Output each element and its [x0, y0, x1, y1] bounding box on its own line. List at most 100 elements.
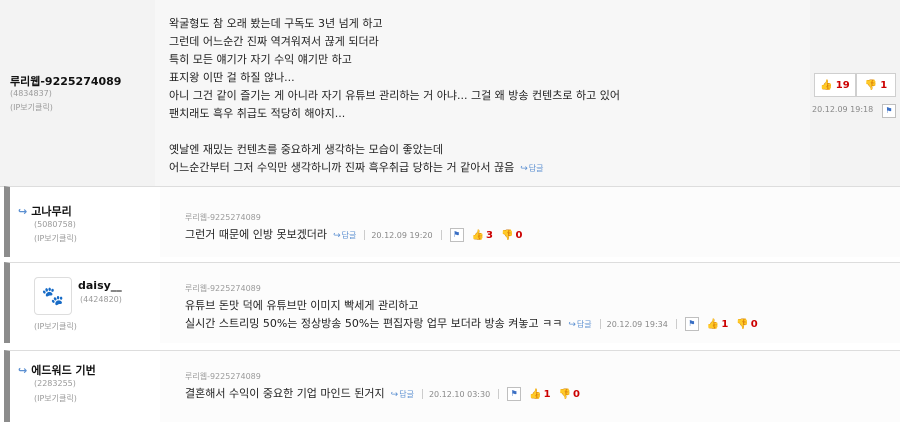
reply-text: 그런거 때문에 인방 못보겠더라	[185, 228, 328, 241]
comment-line-blank	[169, 123, 620, 141]
downvote-count: 0	[750, 319, 758, 330]
comment-line: 그런데 어느순간 진짜 역겨워져서 끊게 되더라	[169, 35, 379, 48]
reply-arrow-icon: ↪	[333, 231, 341, 241]
reply-date: 20.12.09 19:34	[606, 320, 668, 329]
report-icon[interactable]: ⚑	[449, 228, 464, 242]
comment-date: 20.12.09 19:18	[812, 105, 874, 114]
comment-line: 팬치래도 흑우 취급도 적당히 해야지...	[169, 107, 346, 120]
comment-line: 표지왕 이딴 걸 하질 않나...	[169, 71, 295, 84]
comment-line: 아니 그건 같이 즐기는 게 아니라 자기 유튜브 관리하는 거 아냐... 그…	[169, 89, 620, 102]
main-comment: 루리웹-9225274089 (4834837) (IP보기클릭) 왁굴형도 참…	[0, 0, 900, 187]
thumbs-down-icon: 👎	[558, 389, 572, 400]
author-nickname[interactable]: 고나무리	[31, 205, 71, 218]
reply-text: 실시간 스트리밍 50%는 정상방송 50%는 편집자랑 업무 보더라 방송 켜…	[185, 317, 563, 330]
thumbs-down-icon: 👎	[864, 79, 878, 91]
downvote-button[interactable]: 👎 1	[856, 73, 896, 97]
upvote-button[interactable]: 👍 19	[814, 73, 856, 97]
reply-nickname-row: ↪ 에드워드 기번	[18, 362, 96, 378]
upvote-count: 1	[721, 319, 729, 330]
reply-date: 20.12.09 19:20	[371, 231, 433, 240]
thumbs-up-icon: 👍	[706, 319, 720, 330]
downvote-button[interactable]: 👎 0	[559, 386, 580, 404]
reply-content: 루리웹-9225274089 그런거 때문에 인방 못보겠더라 ↪답글 20.12.…	[160, 187, 900, 257]
upvote-count: 19	[835, 79, 850, 91]
author-user-id: (5080758)	[34, 220, 76, 229]
comment-thread: 루리웹-9225274089 (4834837) (IP보기클릭) 왁굴형도 참…	[0, 0, 900, 422]
reply-target-author: 루리웹-9225274089	[185, 284, 261, 293]
ip-view-link[interactable]: (IP보기클릭)	[34, 393, 77, 404]
author-nickname[interactable]: 에드워드 기번	[31, 364, 96, 377]
reply-arrow-icon: ↪	[18, 205, 28, 218]
thumbs-down-icon: 👎	[736, 319, 749, 330]
reply-arrow-icon: ↪	[390, 390, 399, 400]
reply-label: 답글	[341, 231, 357, 240]
reply-text: 결혼해서 수익이 중요한 기업 마인드 된거지	[185, 387, 385, 400]
avatar[interactable]: 🐾	[34, 277, 72, 315]
author-user-id: (4424820)	[80, 295, 122, 304]
downvote-count: 1	[880, 79, 888, 91]
reply-body: 유튜브 돈맛 덕에 유튜브만 이미지 빡세게 관리하고 실시간 스트리밍 50%…	[185, 297, 758, 333]
thumbs-down-icon: 👎	[501, 230, 514, 241]
downvote-button[interactable]: 👎 0	[501, 227, 522, 245]
author-user-id: (2283255)	[34, 379, 76, 388]
reply-label: 답글	[576, 320, 592, 329]
reply-arrow-icon: ↪	[568, 320, 576, 330]
reply-content: 루리웹-9225274089 유튜브 돈맛 덕에 유튜브만 이미지 빡세게 관리…	[160, 263, 900, 343]
reply-nickname-row: ↪ 고나무리	[18, 203, 72, 219]
reply-text: 유튜브 돈맛 덕에 유튜브만 이미지 빡세게 관리하고	[185, 299, 419, 312]
reply-target-author: 루리웹-9225274089	[185, 213, 261, 222]
main-comment-author: 루리웹-9225274089 (4834837) (IP보기클릭)	[0, 0, 155, 186]
reply-target-author: 루리웹-9225274089	[185, 372, 261, 381]
main-comment-content: 왁굴형도 참 오래 봤는데 구독도 3년 넘게 하고 그런데 어느순간 진짜 역…	[155, 0, 810, 186]
divider	[421, 389, 423, 399]
upvote-count: 1	[543, 389, 551, 400]
thumbs-up-icon: 👍	[471, 230, 485, 241]
upvote-count: 3	[486, 230, 493, 241]
downvote-count: 0	[515, 230, 523, 241]
report-icon[interactable]: ⚑	[684, 317, 699, 331]
report-icon[interactable]: ⚑	[507, 387, 522, 401]
reply-author: 🐾 daisy__ (4424820) (IP보기클릭)	[10, 263, 160, 343]
divider	[599, 319, 601, 329]
ip-view-link[interactable]: (IP보기클릭)	[34, 321, 77, 332]
reply-button[interactable]: ↪답글	[568, 320, 592, 330]
report-icon[interactable]: ⚑	[882, 104, 896, 118]
reply-label: 답글	[399, 390, 414, 399]
reply-item: ↪ 고나무리 (5080758) (IP보기클릭) 루리웹-9225274089 …	[4, 186, 900, 257]
upvote-button[interactable]: 👍 1	[707, 316, 728, 334]
author-nickname[interactable]: daisy__	[78, 279, 122, 292]
author-nickname[interactable]: 루리웹-9225274089	[10, 73, 121, 89]
reply-item: 🐾 daisy__ (4424820) (IP보기클릭) 루리웹-9225274…	[4, 262, 900, 343]
ip-view-link[interactable]: (IP보기클릭)	[10, 102, 53, 113]
reply-button[interactable]: ↪답글	[520, 164, 544, 174]
reply-arrow-icon: ↪	[18, 364, 28, 377]
upvote-button[interactable]: 👍 3	[472, 227, 493, 245]
author-user-id: (4834837)	[10, 89, 52, 98]
divider	[364, 230, 366, 240]
comment-body: 왁굴형도 참 오래 봤는데 구독도 3년 넘게 하고 그런데 어느순간 진짜 역…	[169, 15, 620, 177]
comment-line-last: 어느순간부터 그저 수익만 생각하니까 진짜 흑우취급 당하는 거 같아서 끊음…	[169, 159, 620, 177]
vote-panel: 👍 19 👎 1 20.12.09 19:18 ⚑	[810, 68, 900, 122]
downvote-count: 0	[573, 389, 581, 400]
reply-content: 루리웹-9225274089 결혼해서 수익이 중요한 기업 마인드 된거지 ↪답…	[160, 351, 900, 422]
divider	[498, 389, 500, 399]
comment-line-text: 어느순간부터 그저 수익만 생각하니까 진짜 흑우취급 당하는 거 같아서 끊음	[169, 161, 515, 174]
reply-body: 그런거 때문에 인방 못보겠더라 ↪답글 20.12.09 19:20 ⚑ 👍 3 👎 0	[185, 226, 522, 245]
reply-last-line: 실시간 스트리밍 50%는 정상방송 50%는 편집자랑 업무 보더라 방송 켜…	[185, 315, 758, 333]
comment-line: 옛날엔 재밌는 컨텐츠를 중요하게 생각하는 모습이 좋았는데	[169, 143, 443, 156]
reply-author: ↪ 고나무리 (5080758) (IP보기클릭)	[10, 187, 160, 257]
thumbs-up-icon: 👍	[529, 389, 542, 400]
thumbs-up-icon: 👍	[820, 79, 833, 91]
downvote-button[interactable]: 👎 0	[736, 316, 757, 334]
divider	[675, 319, 677, 329]
ip-view-link[interactable]: (IP보기클릭)	[34, 233, 77, 244]
reply-body: 결혼해서 수익이 중요한 기업 마인드 된거지 ↪답글 20.12.10 03:30…	[185, 385, 580, 404]
reply-author: ↪ 에드워드 기번 (2283255) (IP보기클릭)	[10, 351, 160, 422]
reply-button[interactable]: ↪답글	[390, 390, 414, 400]
divider	[440, 230, 442, 240]
comment-line: 특히 모든 얘기가 자기 수익 얘기만 하고	[169, 53, 352, 66]
reply-label: 답글	[528, 164, 544, 173]
reply-button[interactable]: ↪답글	[333, 231, 357, 241]
reply-arrow-icon: ↪	[520, 164, 528, 174]
upvote-button[interactable]: 👍 1	[529, 386, 550, 404]
